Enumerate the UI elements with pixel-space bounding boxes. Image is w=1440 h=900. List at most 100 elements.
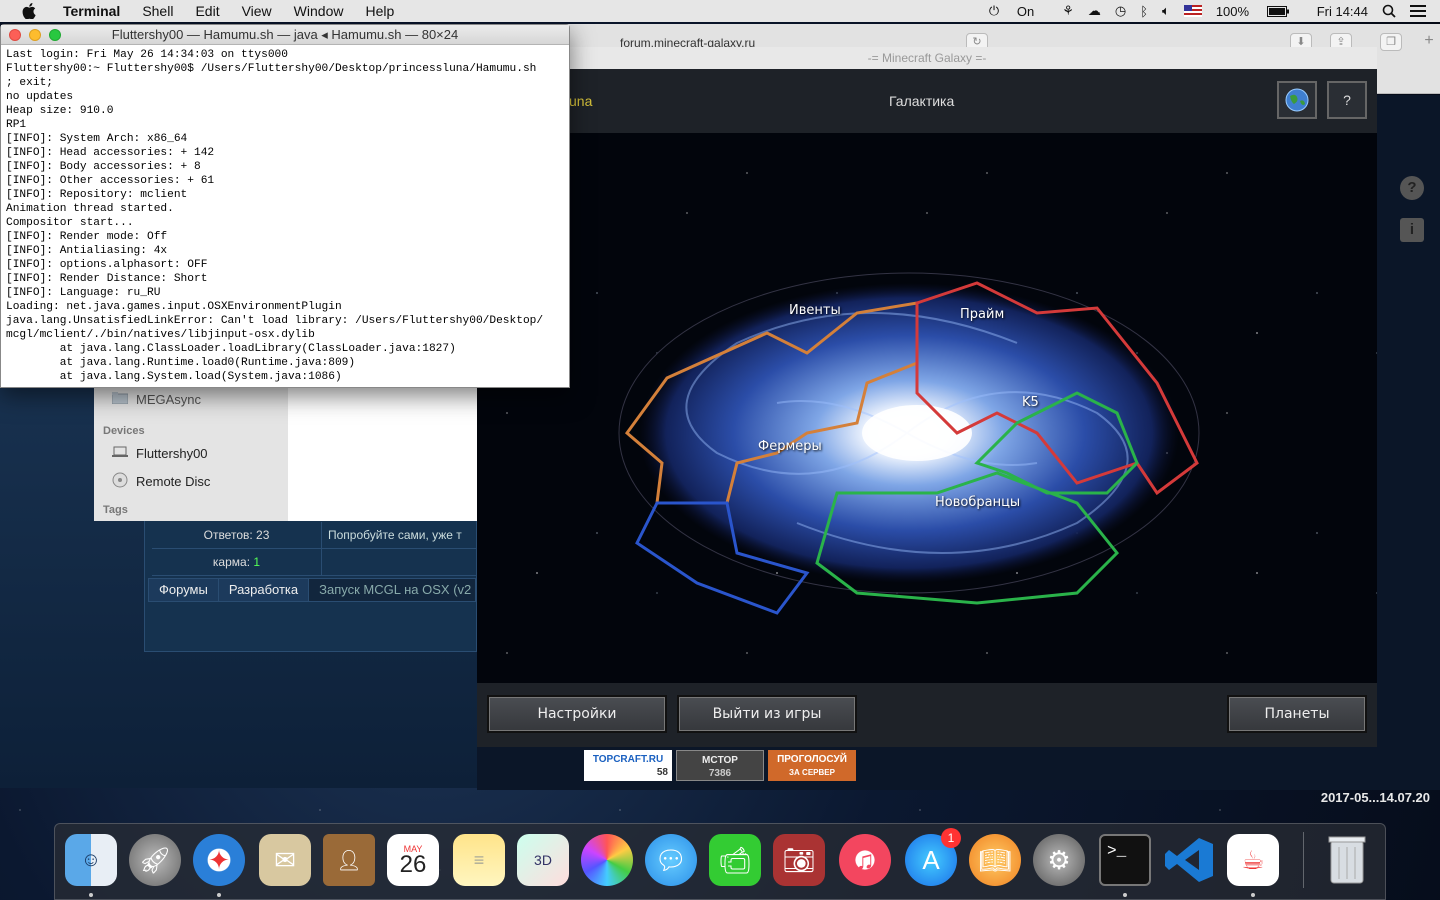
trash-icon[interactable] bbox=[1321, 834, 1373, 886]
sidebar-item-fluttershy00[interactable]: Fluttershy00 bbox=[112, 446, 208, 461]
topcraft-count: 58 bbox=[656, 767, 668, 778]
finder-icon[interactable]: ☺ bbox=[65, 834, 117, 886]
menu-help[interactable]: Help bbox=[354, 3, 405, 19]
terminal-line: Heap size: 910.0 bbox=[6, 105, 114, 117]
globe-button[interactable] bbox=[1277, 81, 1317, 119]
karma-label: карма: bbox=[212, 554, 254, 569]
settings-button[interactable]: Настройки bbox=[487, 695, 667, 733]
terminal-line: mcgl/mclient/./bin/natives/libjinput-osx… bbox=[6, 329, 315, 341]
volume-icon[interactable]: 🔈︎ bbox=[1162, 3, 1170, 19]
app-store-icon[interactable]: A1 bbox=[905, 828, 961, 886]
sector-farmers-label[interactable]: Фермеры bbox=[758, 439, 822, 454]
breadcrumb-topic[interactable]: Запуск MCGL на OSX (v2 bbox=[309, 579, 476, 601]
clock[interactable]: Fri 14:44 bbox=[1317, 4, 1368, 19]
terminal-line: [INFO]: Render mode: Off bbox=[6, 231, 168, 243]
game-top-bar: una Галактика ? bbox=[477, 69, 1377, 133]
terminal-line: at java.lang.Runtime.load0(Runtime.java:… bbox=[6, 357, 356, 369]
close-button[interactable] bbox=[9, 29, 21, 41]
terminal-line: [INFO]: System Arch: x86_64 bbox=[6, 133, 188, 145]
rating-badges: TOPCRAFT.RU 58 MCTOP 7386 ПРОГОЛОСУЙ ЗА … bbox=[584, 750, 860, 781]
tabs-icon[interactable]: ❐ bbox=[1380, 33, 1402, 51]
post-snippet: Попробуйте сами, уже т bbox=[328, 528, 462, 542]
help-button[interactable]: ? bbox=[1327, 81, 1367, 119]
terminal-dock-icon[interactable]: >_ bbox=[1099, 834, 1151, 886]
java-icon[interactable]: ☕︎ bbox=[1227, 834, 1279, 886]
spotlight-icon[interactable] bbox=[1382, 4, 1396, 18]
apple-menu-icon[interactable] bbox=[20, 2, 38, 20]
menu-edit[interactable]: Edit bbox=[184, 3, 230, 19]
notes-icon[interactable]: ≡ bbox=[453, 834, 505, 886]
menu-app-name[interactable]: Terminal bbox=[52, 3, 131, 19]
sector-prime-label[interactable]: Прайм bbox=[960, 307, 1004, 322]
game-bottom-bar: Настройки Выйти из игры Планеты bbox=[477, 683, 1377, 747]
sidebar-item-remote-disc[interactable]: Remote Disc bbox=[112, 472, 210, 491]
system-preferences-icon[interactable]: ⚙︎ bbox=[1033, 834, 1085, 886]
bluetooth-icon[interactable]: ᛒ bbox=[1140, 4, 1148, 19]
mctop-count: 7386 bbox=[708, 768, 732, 779]
breadcrumb-forums[interactable]: Форумы bbox=[149, 579, 219, 601]
terminal-line: [INFO]: options.alphasort: OFF bbox=[6, 259, 208, 271]
terminal-line: Loading: net.java.games.input.OSXEnviron… bbox=[6, 301, 342, 313]
menu-window[interactable]: Window bbox=[283, 3, 355, 19]
photos-icon[interactable] bbox=[581, 834, 633, 886]
sidebar-item-megasync[interactable]: MEGAsync bbox=[111, 392, 201, 407]
topcraft-badge[interactable]: TOPCRAFT.RU 58 bbox=[584, 750, 672, 781]
messages-icon[interactable]: 💬︎ bbox=[645, 834, 697, 886]
hands-icon[interactable]: ⚘ bbox=[1062, 3, 1074, 19]
power-icon: ⏻ bbox=[988, 3, 1000, 18]
terminal-line: [INFO]: Head accessories: + 142 bbox=[6, 147, 215, 159]
vote-badge[interactable]: ПРОГОЛОСУЙ ЗА СЕРВЕР bbox=[768, 750, 856, 781]
help-circle-icon[interactable]: ? bbox=[1400, 176, 1424, 200]
minecraft-galaxy-window: -= Minecraft Galaxy =- una Галактика ? И… bbox=[477, 47, 1377, 747]
terminal-line: at java.lang.System.load(System.java:108… bbox=[6, 371, 342, 383]
visual-studio-code-icon[interactable] bbox=[1163, 834, 1215, 886]
creative-cloud-icon[interactable]: ☁ bbox=[1088, 3, 1101, 19]
menu-bar: Terminal Shell Edit View Window Help ⏻ O… bbox=[0, 0, 1440, 22]
power-status[interactable]: ⏻ On bbox=[989, 3, 1048, 19]
exit-game-button[interactable]: Выйти из игры bbox=[677, 695, 857, 733]
vote-sub: ЗА СЕРВЕР bbox=[789, 768, 835, 777]
sector-events-label[interactable]: Ивенты bbox=[789, 303, 841, 318]
sector-newbies-label[interactable]: Новобранцы bbox=[935, 495, 1020, 510]
notification-center-icon[interactable] bbox=[1410, 5, 1426, 17]
terminal-line: Compositor start... bbox=[6, 217, 134, 229]
battery-status[interactable]: 100% bbox=[1216, 4, 1303, 19]
itunes-icon[interactable]: ♫ bbox=[839, 834, 891, 886]
terminal-titlebar[interactable]: Fluttershy00 — Hamumu.sh — java ◂ Hamumu… bbox=[1, 25, 569, 45]
minimize-button[interactable] bbox=[29, 29, 41, 41]
menu-view[interactable]: View bbox=[231, 3, 283, 19]
menu-shell[interactable]: Shell bbox=[131, 3, 184, 19]
info-icon[interactable]: i bbox=[1400, 218, 1424, 242]
launchpad-icon[interactable]: 🚀︎ bbox=[129, 834, 181, 886]
photo-booth-icon[interactable]: 📷︎ bbox=[773, 834, 825, 886]
terminal-output[interactable]: Last login: Fri May 26 14:34:03 on ttys0… bbox=[1, 45, 569, 387]
vote-label: ПРОГОЛОСУЙ bbox=[777, 754, 847, 765]
contacts-icon[interactable]: 👤︎ bbox=[323, 834, 375, 886]
calendar-icon[interactable]: MAY 26 bbox=[387, 834, 439, 886]
breadcrumb-development[interactable]: Разработка bbox=[218, 579, 310, 601]
terminal-line: Fluttershy00:~ Fluttershy00$ /Users/Flut… bbox=[6, 63, 537, 75]
us-flag-icon[interactable] bbox=[1183, 5, 1202, 17]
new-tab-icon[interactable]: + bbox=[1418, 33, 1440, 51]
dock-separator bbox=[1303, 832, 1304, 888]
desktop-file-label[interactable]: 2017-05...14.07.20 bbox=[1321, 790, 1430, 805]
terminal-line: Animation thread started. bbox=[6, 203, 174, 215]
mail-icon[interactable]: ✉︎ bbox=[259, 834, 311, 886]
status-menus: ⏻ On ⚘ ☁ ◷ ᛒ 🔈︎ 100% Fri 14:44 bbox=[989, 0, 1440, 22]
maps-icon[interactable]: 3D bbox=[517, 834, 569, 886]
facetime-icon[interactable]: 📹︎ bbox=[709, 834, 761, 886]
terminal-line: [INFO]: Body accessories: + 8 bbox=[6, 161, 201, 173]
safari-icon[interactable]: ✦ bbox=[193, 834, 245, 886]
mctop-badge[interactable]: MCTOP 7386 bbox=[676, 750, 764, 781]
laptop-icon bbox=[112, 446, 128, 461]
terminal-window[interactable]: Fluttershy00 — Hamumu.sh — java ◂ Hamumu… bbox=[0, 24, 570, 388]
devices-header: Devices bbox=[103, 425, 145, 437]
terminal-line: [INFO]: Language: ru_RU bbox=[6, 287, 161, 299]
ibooks-icon[interactable]: 📖︎ bbox=[969, 834, 1021, 886]
mctop-label: MCTOP bbox=[702, 755, 738, 766]
sector-k5-label[interactable]: K5 bbox=[1022, 395, 1039, 410]
galaxy-title: Галактика bbox=[889, 93, 955, 109]
zoom-button[interactable] bbox=[49, 29, 61, 41]
time-machine-icon[interactable]: ◷ bbox=[1115, 3, 1126, 19]
planets-button[interactable]: Планеты bbox=[1227, 695, 1367, 733]
